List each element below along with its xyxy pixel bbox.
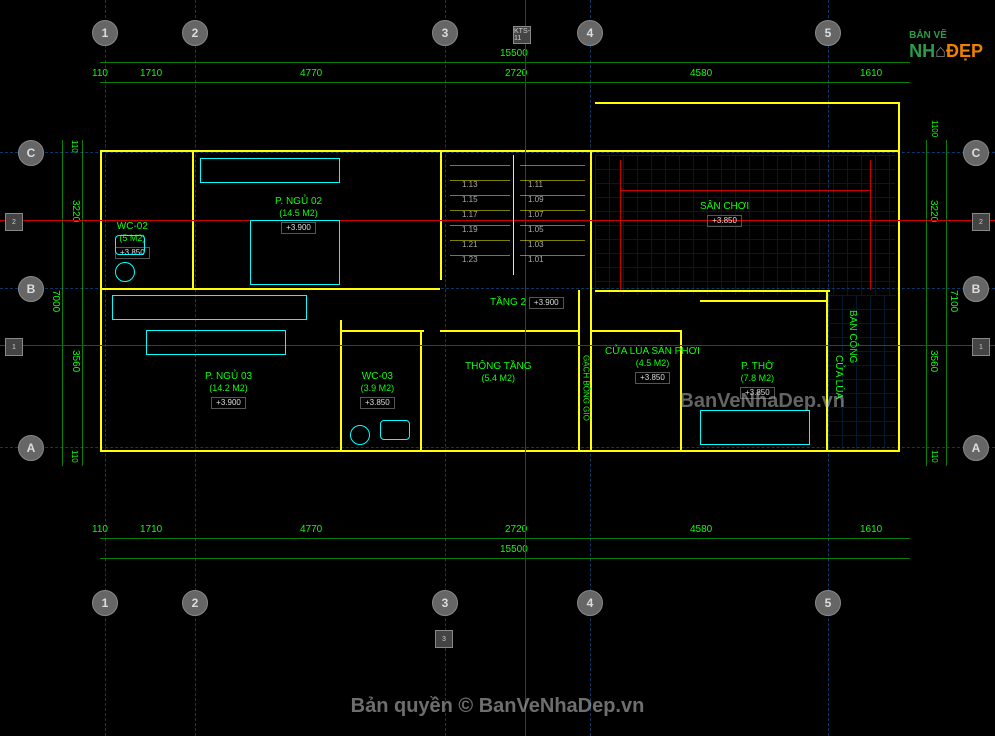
sink-icon <box>350 425 370 445</box>
dim: 4580 <box>690 524 712 535</box>
dim: 3220 <box>70 200 81 222</box>
axis-2-bot: 2 <box>182 590 208 616</box>
grid-line-1 <box>105 0 106 736</box>
axis-2-top: 2 <box>182 20 208 46</box>
dim-line <box>946 140 947 466</box>
dim: 1710 <box>140 68 162 79</box>
wall-top <box>100 150 900 152</box>
dim: 2720 <box>505 68 527 79</box>
room-thongtang: THÔNG TẦNG (5.4 M2) <box>465 360 531 385</box>
toilet-icon <box>115 235 145 255</box>
watermark-2: Bản quyền © BanVeNhaDep.vn <box>0 695 995 718</box>
room-wc03: WC-03 (3.9 M2) +3.850 <box>360 370 395 409</box>
axis-a-left: A <box>18 435 44 461</box>
dim: 4770 <box>300 68 322 79</box>
axis-b-left: B <box>18 276 44 302</box>
section-mark-left-2: 1 <box>5 338 23 356</box>
bed-icon <box>250 220 340 285</box>
red-line <box>620 160 621 290</box>
watermark-1: BanVeNhaDep.vn <box>679 390 845 413</box>
sink-icon <box>115 262 135 282</box>
toilet-icon <box>380 420 410 440</box>
wall-roof-top <box>595 102 900 104</box>
dim: 110 <box>92 524 108 535</box>
axis-c-right: C <box>963 140 989 166</box>
axis-4-top: 4 <box>577 20 603 46</box>
room-bancong: BAN CÔNG <box>846 310 859 363</box>
room-pngu03: P. NGỦ 03 (14.2 M2) +3.900 <box>205 370 252 409</box>
wall <box>592 330 682 332</box>
axis-a-right: A <box>963 435 989 461</box>
red-line <box>870 160 871 290</box>
dim: 1610 <box>860 524 882 535</box>
grid-line-2 <box>195 0 196 736</box>
dim: 7100 <box>948 290 959 312</box>
logo: BẢN VẼ NH⌂ĐẸP <box>909 30 983 62</box>
dim: 4770 <box>300 524 322 535</box>
dim: 3560 <box>70 350 81 372</box>
axis-1-bot: 1 <box>92 590 118 616</box>
wardrobe-icon <box>146 330 286 355</box>
wall-right <box>898 102 900 452</box>
axis-c-left: C <box>18 140 44 166</box>
dim-line <box>926 140 927 466</box>
section-mark-right-2: 1 <box>972 338 990 356</box>
wall <box>100 288 440 290</box>
wall-bottom <box>100 450 900 452</box>
wardrobe-icon <box>112 295 307 320</box>
dim: 1100 <box>930 120 939 137</box>
dim-line <box>100 82 910 83</box>
wall <box>340 330 424 332</box>
dim: 3220 <box>928 200 939 222</box>
section-mark-right-1: 2 <box>972 213 990 231</box>
dim-line <box>82 140 83 466</box>
dim: 2720 <box>505 524 527 535</box>
dim: 4580 <box>690 68 712 79</box>
wall <box>595 290 830 292</box>
axis-5-top: 5 <box>815 20 841 46</box>
axis-3-bot: 3 <box>432 590 458 616</box>
wall <box>440 150 442 280</box>
altar-icon <box>700 410 810 445</box>
dim: 110 <box>70 140 79 153</box>
axis-b-right: B <box>963 276 989 302</box>
dim: 15500 <box>500 544 528 555</box>
axis-4-bot: 4 <box>577 590 603 616</box>
dim-line <box>62 140 63 466</box>
cad-canvas: 15500 110 1710 4770 2720 4580 1610 15500… <box>0 0 995 736</box>
wall <box>340 320 342 450</box>
dim: 7000 <box>50 290 61 312</box>
dim: 110 <box>70 450 79 463</box>
dim-line <box>100 538 910 539</box>
room-sanchoi: SÂN CHƠI +3.850 <box>700 200 749 227</box>
axis-1-top: 1 <box>92 20 118 46</box>
dim: 110 <box>930 450 939 463</box>
dim: 1710 <box>140 524 162 535</box>
dim: 1610 <box>860 68 882 79</box>
wall <box>700 300 828 302</box>
axis-3-top: 3 <box>432 20 458 46</box>
dim: 3560 <box>928 350 939 372</box>
room-tang2: TẦNG 2 +3.900 <box>490 295 564 309</box>
wall <box>826 290 828 450</box>
label-gachbong: GẠCH BÔNG GIÓ <box>580 355 590 421</box>
dim-overall: 15500 <box>500 48 528 59</box>
room-sanphoi: CỬA LÙA SÂN PHƠI (4.5 M2) +3.850 <box>605 345 700 384</box>
grid-line-3 <box>445 0 446 736</box>
section-mark-top: KTS-11 <box>513 26 531 44</box>
wall <box>440 330 580 332</box>
dim-line <box>100 558 910 559</box>
house-icon: ⌂ <box>935 41 946 61</box>
dim: 110 <box>92 68 108 79</box>
red-line <box>620 190 870 191</box>
section-mark-bottom: 3 <box>435 630 453 648</box>
axis-5-bot: 5 <box>815 590 841 616</box>
wall-left <box>100 150 102 452</box>
wardrobe-icon <box>200 158 340 183</box>
dim-line <box>100 62 910 63</box>
grid-line-c <box>0 152 995 153</box>
wall <box>420 330 422 450</box>
section-mark-left-1: 2 <box>5 213 23 231</box>
